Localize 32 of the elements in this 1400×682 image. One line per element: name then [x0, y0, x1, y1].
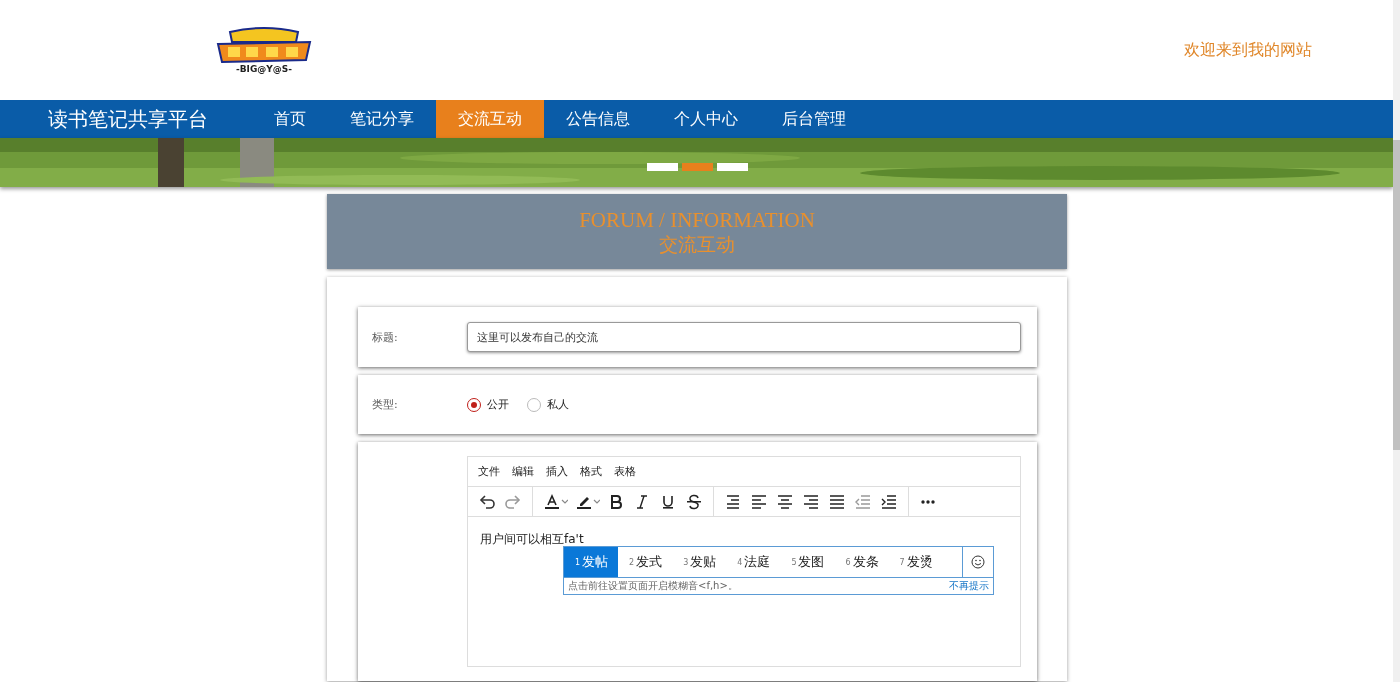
editor-menu-item[interactable]: 编辑 [512, 464, 534, 479]
editor-menu-item[interactable]: 插入 [546, 464, 568, 479]
nav-link[interactable]: 首页 [252, 100, 328, 138]
nav-link[interactable]: 公告信息 [544, 100, 652, 138]
section-subtitle: 交流互动 [659, 231, 735, 256]
section-title: FORUM / INFORMATION [579, 207, 815, 232]
radio-option[interactable]: 公开 [467, 397, 509, 412]
field-label: 标题: [372, 329, 399, 345]
ime-candidate[interactable]: 3 发贴 [672, 547, 727, 577]
scrollbar-thumb[interactable] [1393, 140, 1400, 450]
nav-link[interactable]: 笔记分享 [328, 100, 436, 138]
ime-hint: 点击前往设置页面开启模糊音<f,h>。 [568, 579, 738, 593]
emoji-icon[interactable] [971, 555, 985, 569]
ime-candidate[interactable]: 7 发烫 [888, 547, 943, 577]
welcome-text: 欢迎来到我的网站 [1184, 39, 1312, 61]
dismiss-link[interactable]: 不再提示 [949, 579, 989, 593]
editor-menu-item[interactable]: 格式 [580, 464, 602, 479]
radio-option[interactable]: 私人 [527, 397, 569, 412]
nav-link[interactable]: 后台管理 [760, 100, 868, 138]
site-brand: 读书笔记共享平台 [48, 105, 208, 133]
rich-text-editor[interactable]: 文件 编辑 插入 格式 表格 用户间可以相互fa't 1 发帖 2 发式 3 发贴 4 法庭 5 发图 6 发条 7 发烫 点击前往设置页面开启模糊音<f,h>。 不再提示 [467, 456, 1021, 667]
title-input[interactable]: 这里可以发布自己的交流 [467, 322, 1021, 352]
ime-candidate[interactable]: 2 发式 [618, 547, 673, 577]
logo-caption: -BIG@Y@S- [235, 64, 293, 74]
editor-menu-item[interactable]: 表格 [614, 464, 636, 479]
nav-link[interactable]: 个人中心 [652, 100, 760, 138]
field-label: 类型: [372, 397, 399, 412]
editor-menu-item[interactable]: 文件 [478, 464, 500, 479]
ime-candidate[interactable]: 4 法庭 [726, 547, 781, 577]
ime-candidate[interactable]: 5 发图 [780, 547, 835, 577]
ime-candidate[interactable]: 1 发帖 [564, 547, 619, 577]
ime-candidate[interactable]: 6 发条 [834, 547, 889, 577]
